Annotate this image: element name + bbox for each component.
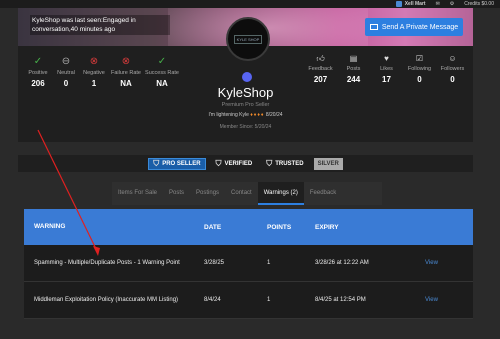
arrow-shaft <box>37 129 99 254</box>
annotation-arrow <box>37 129 100 256</box>
arrow-head <box>93 246 100 256</box>
